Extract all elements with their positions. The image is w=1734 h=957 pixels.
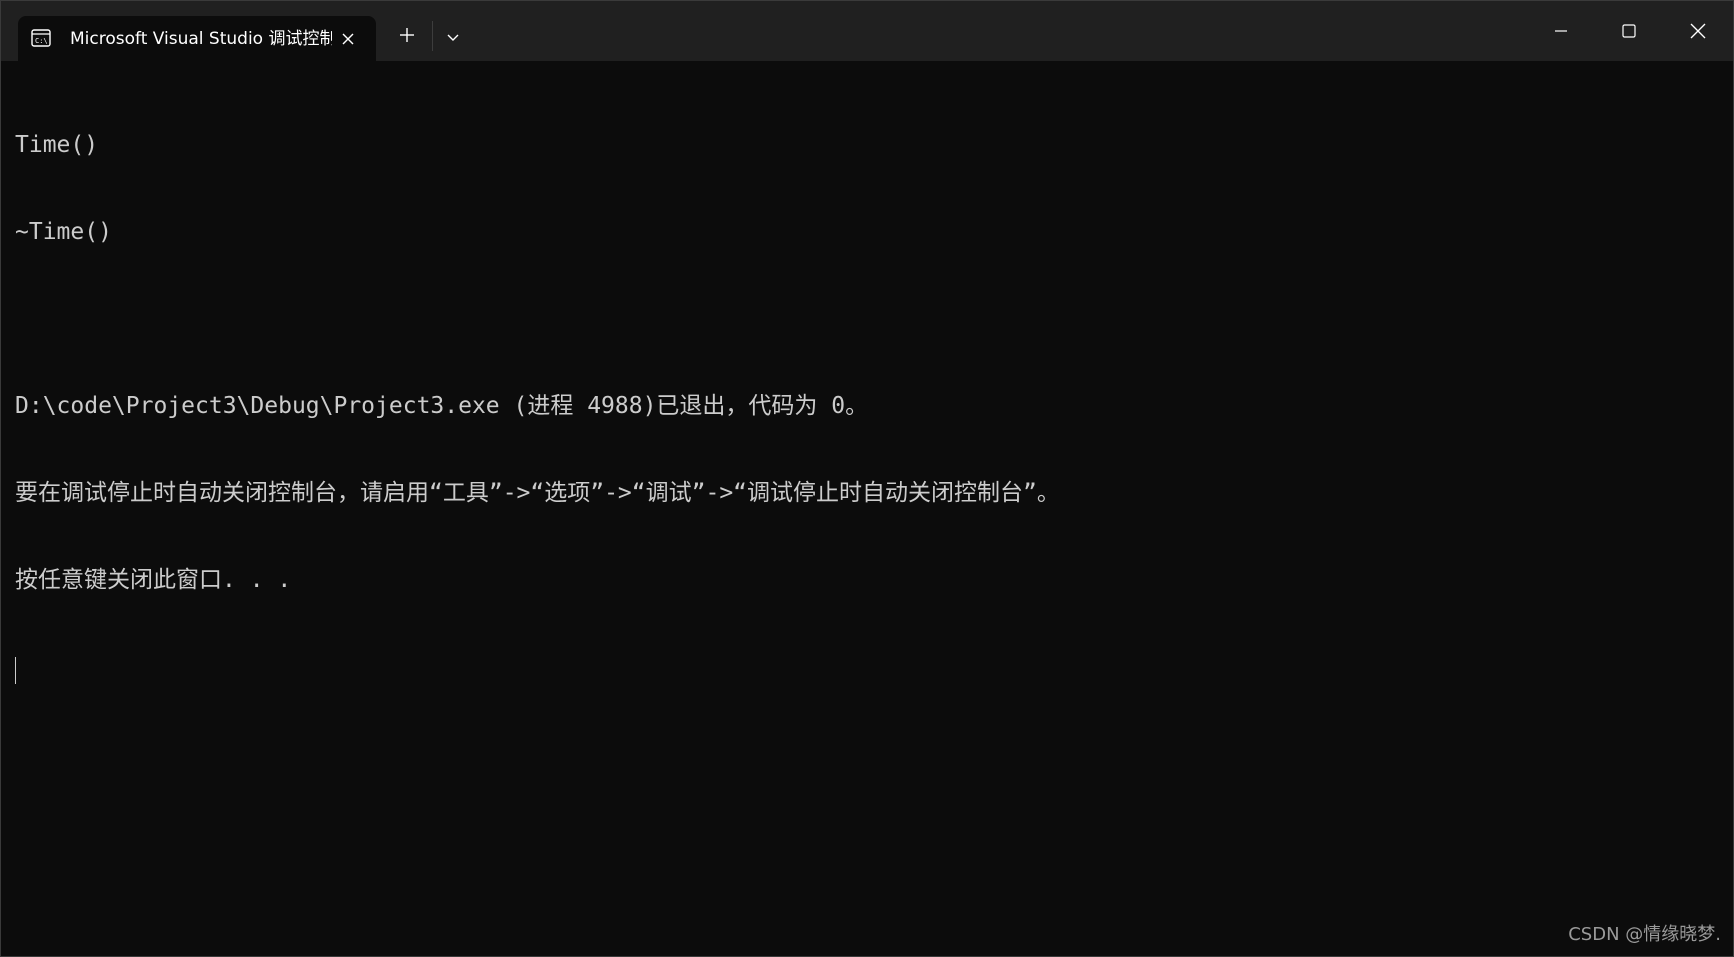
minimize-icon[interactable] bbox=[1539, 14, 1583, 48]
console-line: Time() bbox=[15, 132, 99, 158]
tab-separator bbox=[432, 21, 433, 51]
chevron-down-icon[interactable] bbox=[439, 23, 467, 51]
tab-console[interactable]: C:\ Microsoft Visual Studio 调试控制台 bbox=[18, 16, 376, 62]
text-cursor bbox=[15, 657, 16, 684]
svg-text:C:\: C:\ bbox=[35, 37, 48, 45]
new-tab-plus-icon[interactable] bbox=[393, 21, 421, 49]
terminal-window: C:\ Microsoft Visual Studio 调试控制台 Time()… bbox=[0, 0, 1734, 957]
console-output[interactable]: Time() ~Time() D:\code\Project3\Debug\Pr… bbox=[15, 73, 1715, 742]
watermark: CSDN @情缘晓梦. bbox=[1568, 924, 1721, 945]
tab-title: Microsoft Visual Studio 调试控制台 bbox=[70, 29, 332, 49]
close-icon[interactable] bbox=[1676, 14, 1720, 48]
console-line: 要在调试停止时自动关闭控制台，请启用“工具”->“选项”->“调试”->“调试停… bbox=[15, 480, 1060, 506]
tab-close-icon[interactable] bbox=[334, 25, 362, 53]
console-line: ~Time() bbox=[15, 219, 112, 245]
console-icon: C:\ bbox=[31, 28, 51, 48]
maximize-icon[interactable] bbox=[1607, 14, 1651, 48]
title-bar[interactable]: C:\ Microsoft Visual Studio 调试控制台 bbox=[1, 1, 1733, 62]
console-line: 按任意键关闭此窗口. . . bbox=[15, 567, 292, 593]
console-line: D:\code\Project3\Debug\Project3.exe (进程 … bbox=[15, 393, 869, 419]
